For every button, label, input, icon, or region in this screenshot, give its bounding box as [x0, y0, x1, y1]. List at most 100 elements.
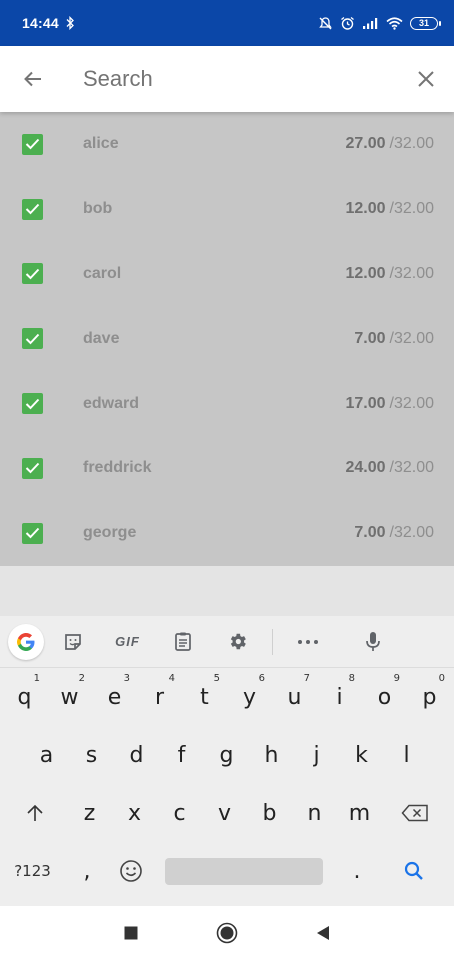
checkbox-checked[interactable] [22, 263, 43, 285]
backspace-key[interactable] [382, 787, 447, 839]
keyboard-row-2: a s d f g h j k l [0, 726, 454, 784]
key-c[interactable]: c [157, 787, 202, 839]
key-i[interactable]: i8 [317, 671, 362, 723]
empty-area [0, 566, 454, 616]
back-button[interactable] [0, 46, 66, 112]
battery-level: 31 [418, 18, 429, 28]
list-item[interactable]: carol 12.00 /32.00 [0, 242, 454, 307]
key-hint: 7 [303, 673, 310, 684]
backspace-icon [401, 804, 428, 822]
microphone-icon [365, 631, 380, 651]
checkbox-checked[interactable] [22, 133, 43, 155]
key-d[interactable]: d [114, 729, 159, 781]
keyboard-row-3: z x c v b n m [0, 784, 454, 842]
shift-key[interactable] [2, 787, 67, 839]
key-l[interactable]: l [384, 729, 429, 781]
key-j[interactable]: j [294, 729, 339, 781]
comma-key[interactable]: , [65, 845, 109, 897]
key-hint: 0 [438, 673, 445, 684]
key-hint: 1 [33, 673, 40, 684]
signal-icon [363, 17, 378, 29]
checkbox-checked[interactable] [22, 393, 43, 415]
item-total: /32.00 [389, 459, 434, 477]
recents-button[interactable] [116, 918, 146, 948]
item-total: /32.00 [389, 524, 434, 542]
key-hint: 4 [168, 673, 175, 684]
key-h[interactable]: h [249, 729, 294, 781]
clipboard-button[interactable] [160, 622, 205, 662]
checkbox-checked[interactable] [22, 198, 43, 220]
list-item[interactable]: alice 27.00 /32.00 [0, 112, 454, 177]
mute-icon [319, 16, 332, 29]
list-item[interactable]: george 7.00 /32.00 [0, 501, 454, 566]
home-button[interactable] [212, 918, 242, 948]
google-logo-icon [17, 632, 35, 651]
key-a[interactable]: a [24, 729, 69, 781]
checkmark-icon [25, 463, 40, 474]
key-hint: 8 [348, 673, 355, 684]
voice-input-button[interactable] [350, 622, 395, 662]
key-label: q [17, 684, 32, 710]
symbols-key[interactable]: ?123 [0, 845, 65, 897]
key-f[interactable]: f [159, 729, 204, 781]
key-v[interactable]: v [202, 787, 247, 839]
key-label: e [107, 684, 122, 710]
period-key[interactable]: . [335, 845, 379, 897]
emoji-key[interactable] [109, 845, 153, 897]
participant-list: alice 27.00 /32.00 bob 12.00 /32.00 caro… [0, 112, 454, 566]
key-w[interactable]: w2 [47, 671, 92, 723]
close-button[interactable] [398, 46, 454, 112]
google-button[interactable] [8, 623, 44, 660]
space-bar[interactable] [165, 857, 323, 885]
key-label: y [242, 684, 257, 710]
search-key[interactable] [379, 845, 449, 897]
sticker-button[interactable] [50, 622, 95, 662]
nav-back-button[interactable] [308, 918, 338, 948]
more-button[interactable] [285, 622, 330, 662]
key-y[interactable]: y6 [227, 671, 272, 723]
close-icon [418, 71, 434, 87]
key-o[interactable]: o9 [362, 671, 407, 723]
key-n[interactable]: n [292, 787, 337, 839]
search-input[interactable] [83, 66, 398, 92]
item-name: bob [83, 200, 113, 218]
key-t[interactable]: t5 [182, 671, 227, 723]
key-s[interactable]: s [69, 729, 114, 781]
battery-icon: 31 [410, 16, 441, 30]
key-u[interactable]: u7 [272, 671, 317, 723]
key-r[interactable]: r4 [137, 671, 182, 723]
toolbar-divider [272, 628, 273, 655]
checkbox-checked[interactable] [22, 457, 43, 479]
key-hint: 2 [78, 673, 85, 684]
list-item[interactable]: freddrick 24.00 /32.00 [0, 436, 454, 501]
checkbox-checked[interactable] [22, 522, 43, 544]
key-x[interactable]: x [112, 787, 157, 839]
home-icon [216, 922, 238, 944]
gif-button[interactable]: GIF [105, 622, 150, 662]
item-amount: 12.00 [345, 264, 386, 282]
key-label: o [377, 684, 392, 710]
key-hint: 6 [258, 673, 265, 684]
list-item[interactable]: bob 12.00 /32.00 [0, 177, 454, 242]
list-item[interactable]: dave 7.00 /32.00 [0, 306, 454, 371]
item-amount: 24.00 [345, 459, 386, 477]
sticker-icon [64, 633, 81, 650]
checkbox-checked[interactable] [22, 328, 43, 350]
key-k[interactable]: k [339, 729, 384, 781]
item-amount: 7.00 [354, 524, 386, 542]
emoji-icon [120, 860, 142, 882]
key-e[interactable]: e3 [92, 671, 137, 723]
key-z[interactable]: z [67, 787, 112, 839]
list-item[interactable]: edward 17.00 /32.00 [0, 371, 454, 436]
key-b[interactable]: b [247, 787, 292, 839]
settings-button[interactable] [215, 622, 260, 662]
wifi-icon [386, 16, 403, 30]
item-name: carol [83, 264, 122, 282]
key-q[interactable]: q1 [2, 671, 47, 723]
key-hint: 9 [393, 673, 400, 684]
key-p[interactable]: p0 [407, 671, 452, 723]
key-g[interactable]: g [204, 729, 249, 781]
shift-arrow-icon [26, 804, 43, 821]
key-hint: 5 [213, 673, 220, 684]
key-m[interactable]: m [337, 787, 382, 839]
